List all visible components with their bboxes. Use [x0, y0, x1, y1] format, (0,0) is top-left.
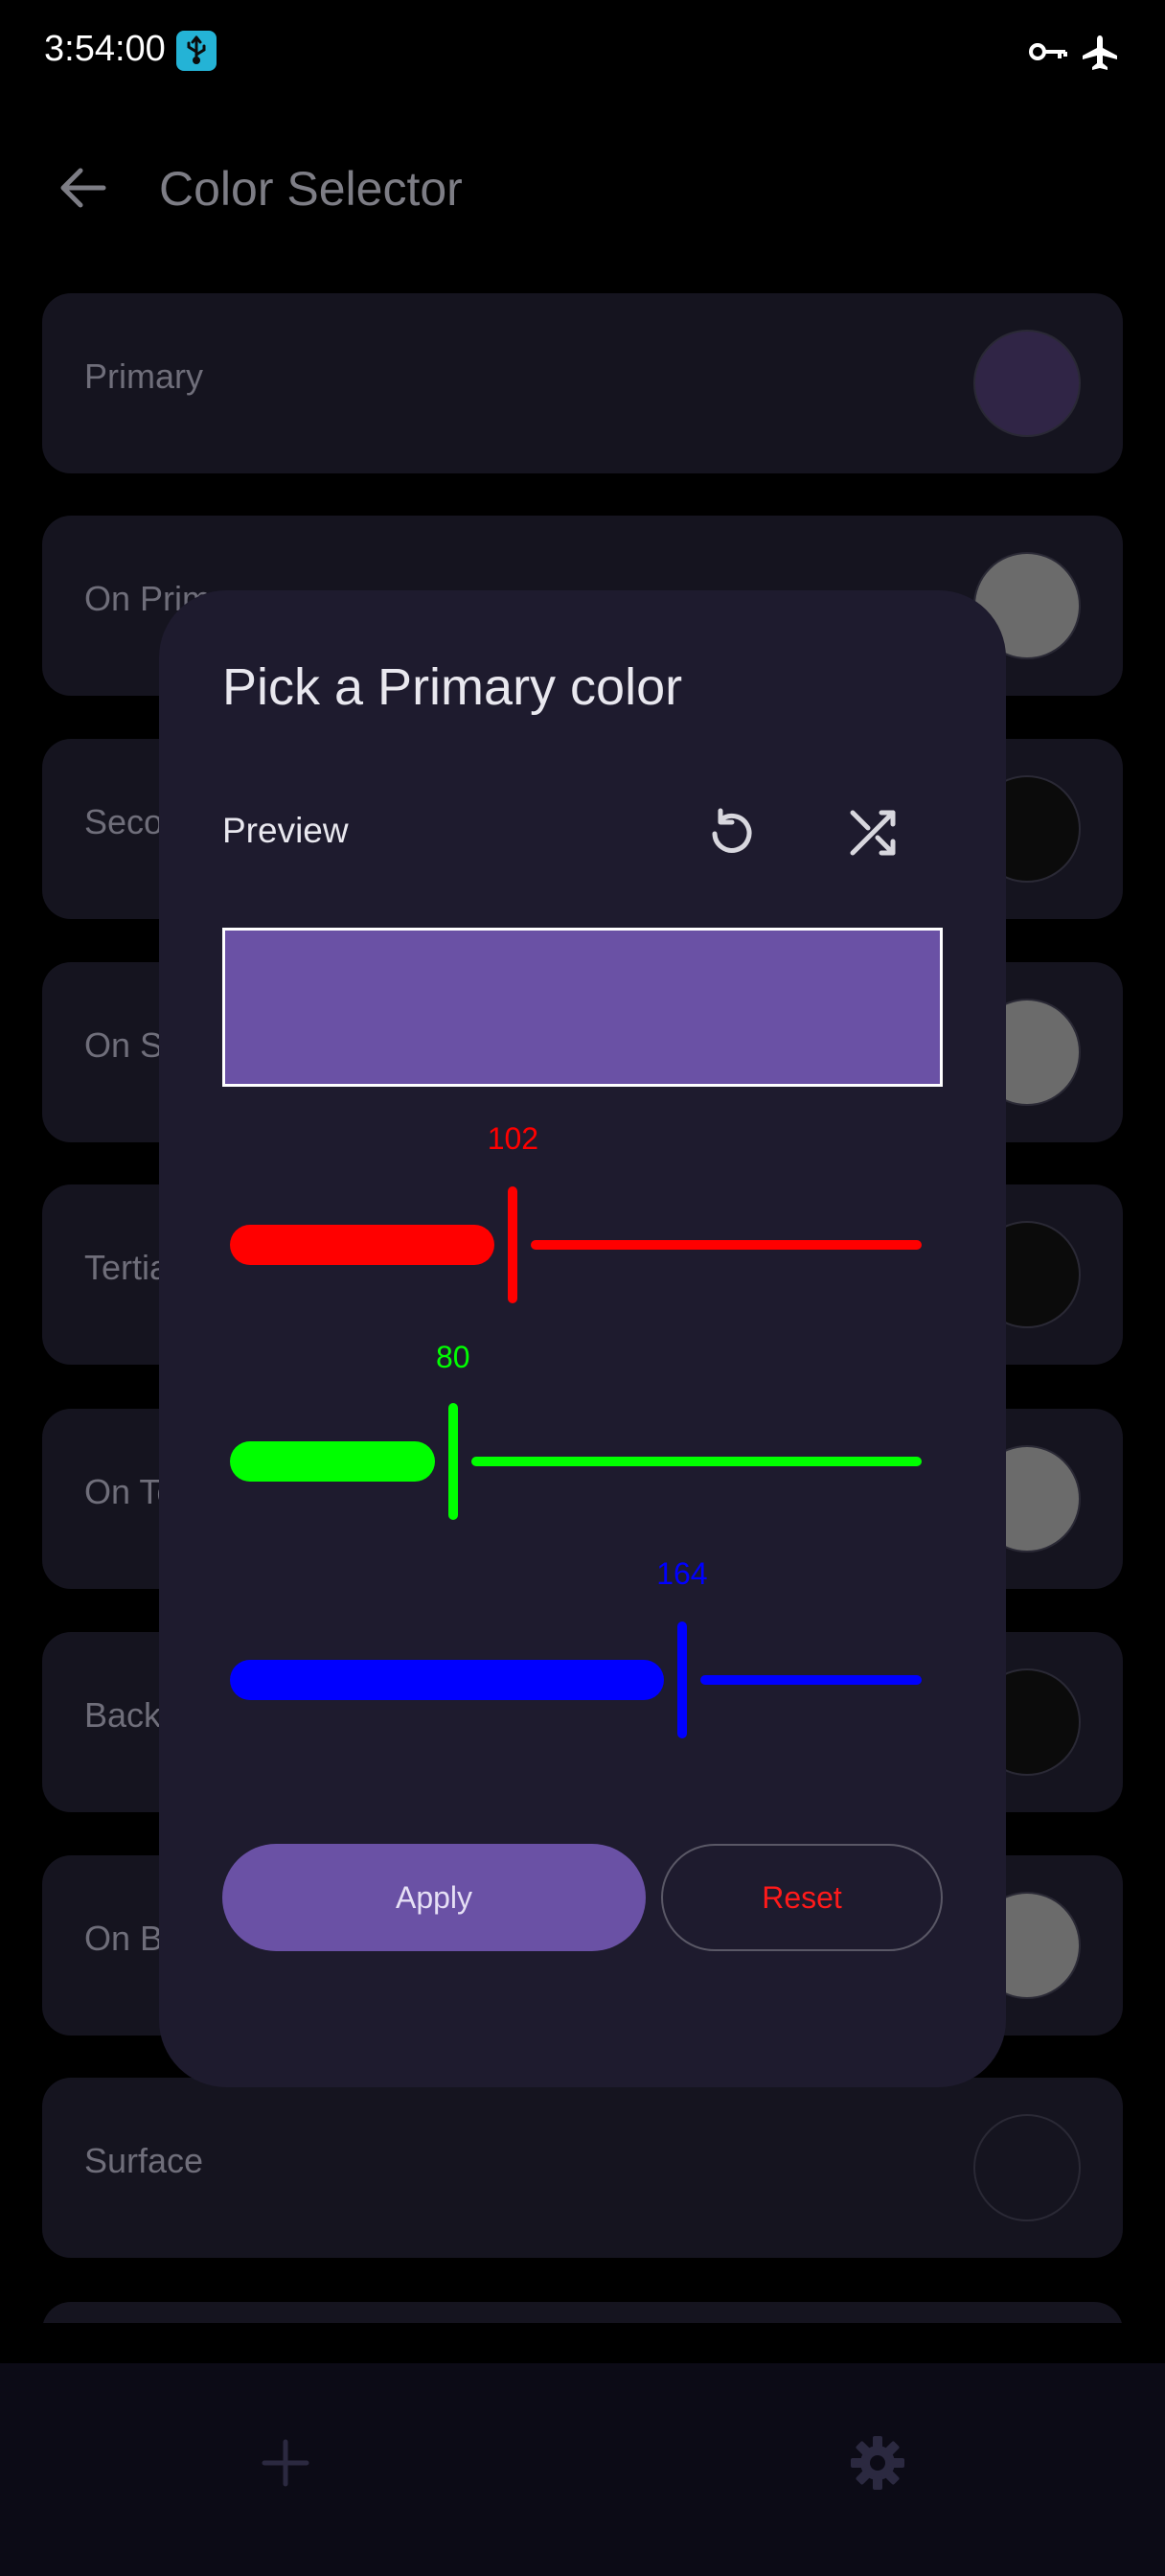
color-preview	[222, 928, 943, 1087]
reset-button[interactable]: Reset	[661, 1844, 943, 1951]
color-picker-dialog: Pick a Primary color Preview 102 80 164 …	[159, 590, 1006, 2087]
slider-thumb[interactable]	[676, 1622, 687, 1738]
red-slider[interactable]	[222, 1183, 943, 1307]
undo-icon	[712, 808, 752, 853]
dialog-title: Pick a Primary color	[222, 658, 683, 716]
preview-label: Preview	[222, 811, 349, 850]
shuffle-icon	[850, 810, 896, 856]
green-value-label: 80	[435, 1340, 470, 1374]
slider-active-track	[230, 1660, 664, 1700]
green-slider[interactable]	[222, 1399, 943, 1524]
settings-icon[interactable]	[847, 2432, 908, 2494]
red-value-label: 102	[487, 1121, 539, 1156]
slider-active-track	[230, 1441, 435, 1482]
undo-button[interactable]	[692, 792, 772, 872]
bottom-bar	[0, 2363, 1165, 2576]
slider-thumb[interactable]	[447, 1403, 458, 1520]
apply-button[interactable]: Apply	[222, 1844, 646, 1951]
slider-active-track	[230, 1225, 495, 1265]
slider-inactive-track	[470, 1457, 922, 1466]
shuffle-button[interactable]	[834, 792, 914, 872]
blue-slider[interactable]	[222, 1618, 943, 1742]
add-icon[interactable]	[257, 2434, 314, 2492]
blue-value-label: 164	[656, 1556, 708, 1591]
slider-inactive-track	[531, 1240, 922, 1250]
slider-thumb[interactable]	[508, 1186, 518, 1303]
slider-inactive-track	[699, 1675, 922, 1685]
